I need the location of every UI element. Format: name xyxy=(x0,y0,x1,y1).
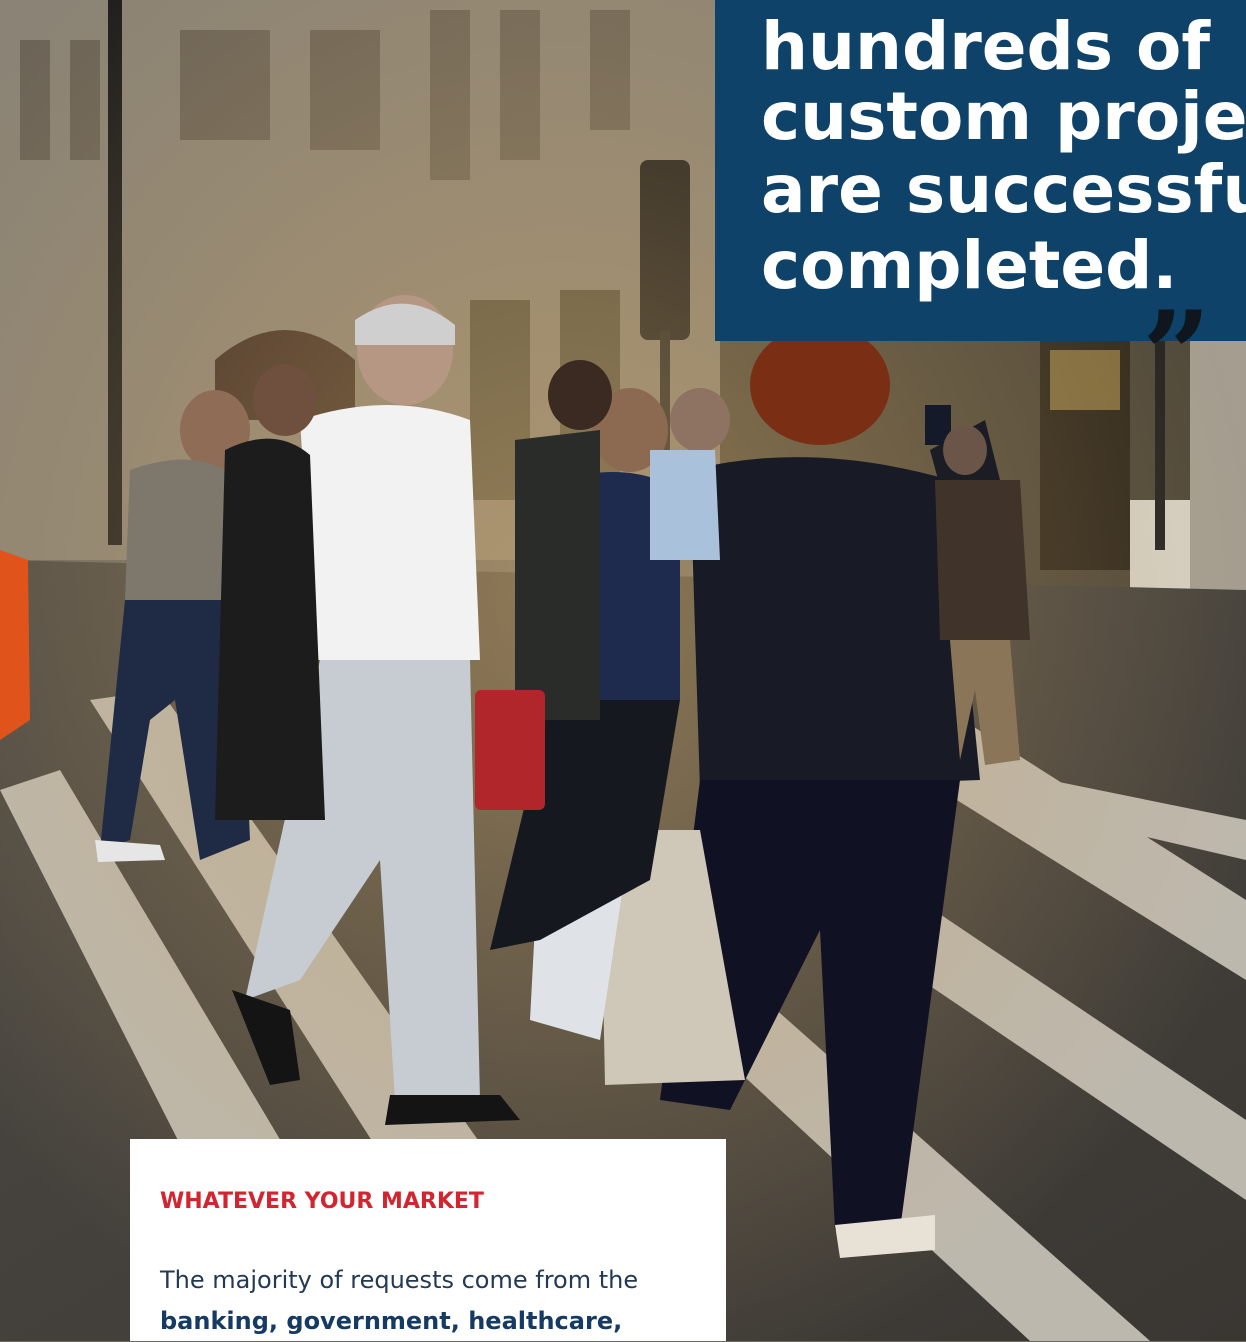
closing-quote-icon: ” xyxy=(1142,285,1212,426)
market-description-prefix: The majority of requests come from the xyxy=(160,1266,639,1294)
market-description: The majority of requests come from the b… xyxy=(160,1260,700,1342)
quote-line-4: completed. xyxy=(761,227,1178,304)
market-card: WHATEVER YOUR MARKET The majority of req… xyxy=(130,1139,726,1341)
market-heading: WHATEVER YOUR MARKET xyxy=(160,1189,484,1214)
market-description-industries: banking, government, healthcare, xyxy=(160,1307,623,1335)
quote-line-2: custom projects xyxy=(761,78,1246,155)
quote-line-3: are successfully xyxy=(761,151,1246,228)
quote-line-1: hundreds of xyxy=(761,8,1211,85)
